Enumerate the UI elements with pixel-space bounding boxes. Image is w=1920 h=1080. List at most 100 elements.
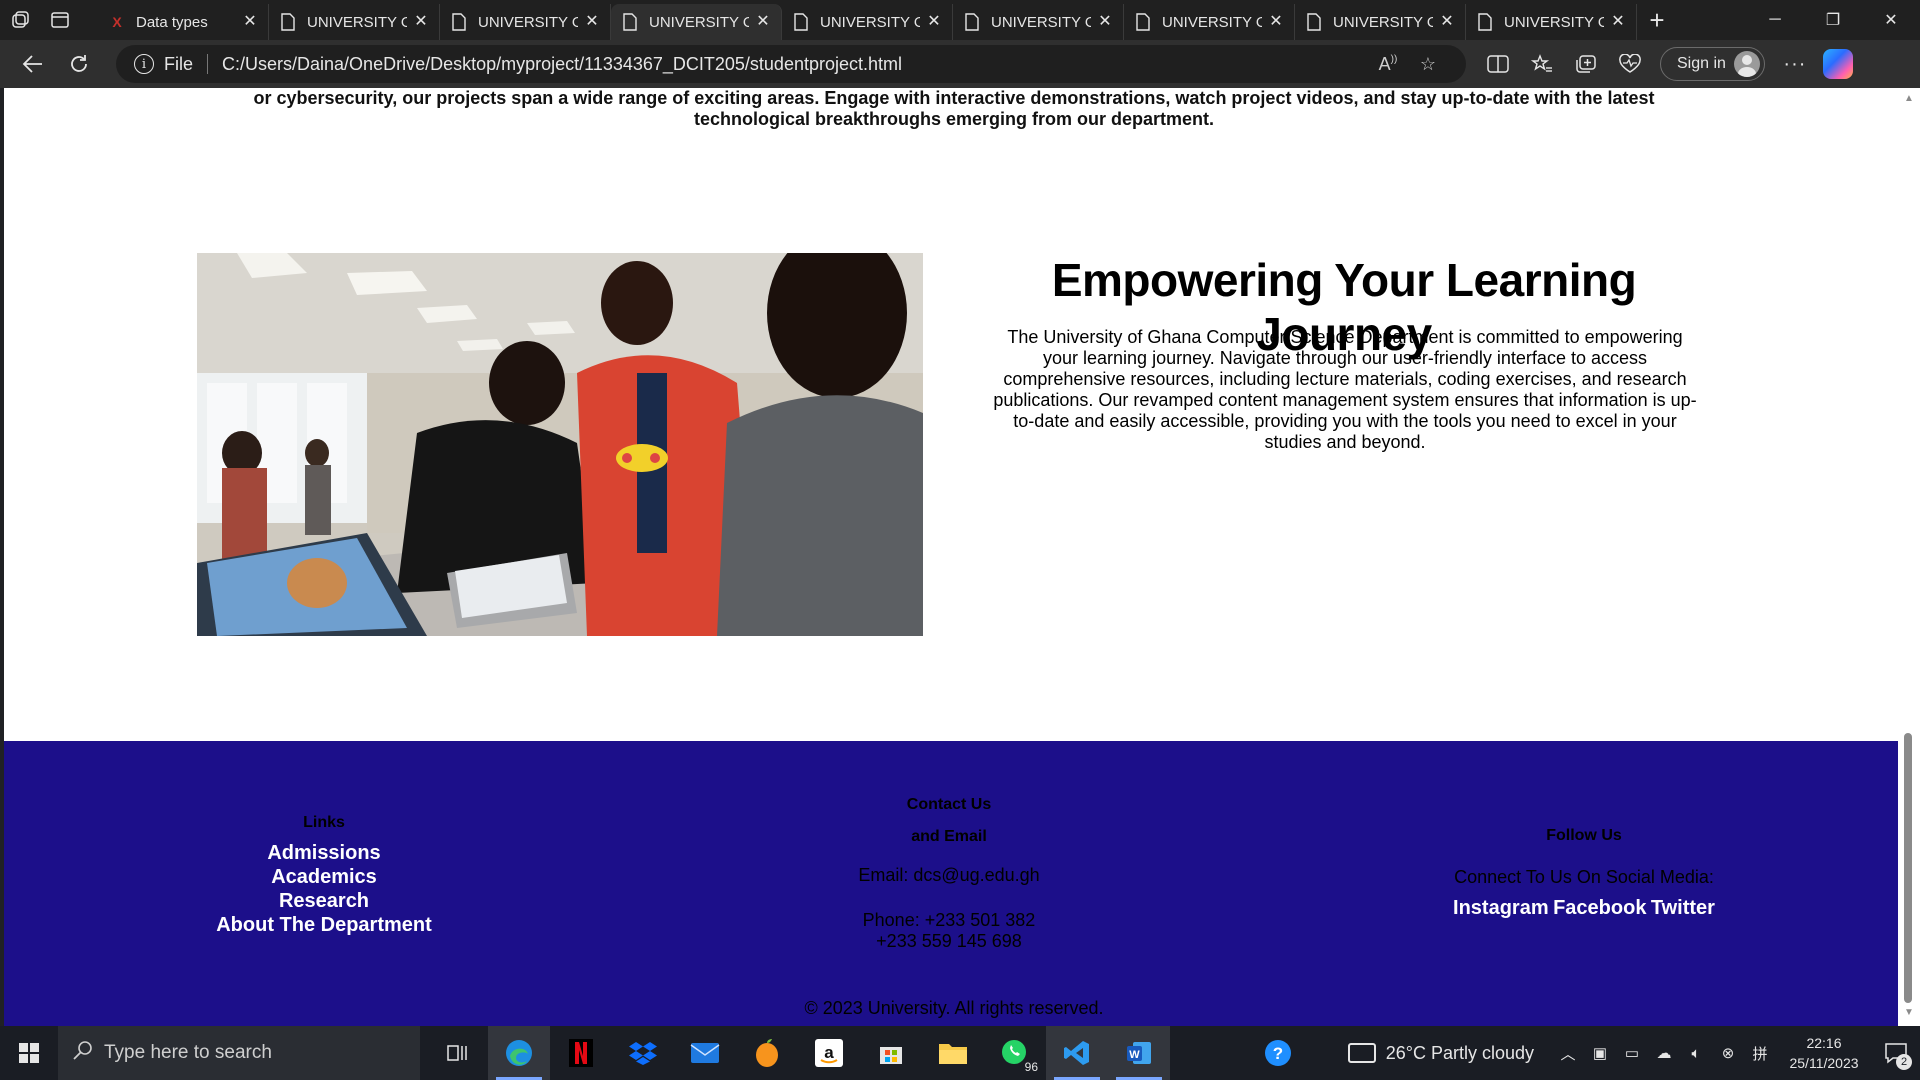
tab-title: UNIVERSITY OF GHANA <box>649 13 749 31</box>
edge-icon[interactable] <box>488 1026 550 1080</box>
tab-strip: X Data types ✕ UNIVERSITY OF GHANA ✕ UNI… <box>0 0 1920 40</box>
word-icon[interactable]: W <box>1108 1026 1170 1080</box>
scroll-down-icon[interactable]: ▼ <box>1904 1008 1914 1018</box>
windows-taskbar: Type here to search a 96 W ? 26°C Partly… <box>0 1026 1920 1080</box>
search-icon <box>72 1039 94 1067</box>
copyright-text: © 2023 University. All rights reserved. <box>804 998 1104 1018</box>
browser-essentials-icon[interactable] <box>1608 44 1652 84</box>
site-footer: Links Admissions Academics Research Abou… <box>4 741 1898 1026</box>
fl-studio-icon[interactable] <box>736 1026 798 1080</box>
input-method-icon[interactable]: 拼 <box>1744 1026 1776 1080</box>
read-aloud-icon[interactable]: A)) <box>1368 54 1408 75</box>
close-icon[interactable]: ✕ <box>1097 14 1113 30</box>
restore-button[interactable]: ❐ <box>1804 0 1862 40</box>
weather-text: 26°C Partly cloudy <box>1385 1042 1534 1063</box>
tab-university-8[interactable]: UNIVERSITY OF GHANA ✕ <box>1466 4 1637 40</box>
dropbox-icon[interactable] <box>612 1026 674 1080</box>
info-icon[interactable]: i <box>134 54 154 74</box>
volume-icon[interactable]: 🔈︎ <box>1680 1026 1712 1080</box>
tab-university-active[interactable]: UNIVERSITY OF GHANA ✕ <box>611 4 782 40</box>
social-prompt: Connect To Us On Social Media: <box>1454 867 1714 887</box>
favorite-star-icon[interactable]: ☆ <box>1408 54 1448 75</box>
svg-text:?: ? <box>1273 1044 1283 1063</box>
link-facebook[interactable]: Facebook <box>1553 897 1646 919</box>
chevron-up-icon[interactable]: ︿ <box>1552 1026 1584 1080</box>
link-research[interactable]: Research <box>154 889 494 913</box>
sign-in-label: Sign in <box>1677 55 1726 72</box>
svg-text:W: W <box>1129 1049 1140 1061</box>
link-admissions[interactable]: Admissions <box>154 841 494 865</box>
battery-icon[interactable]: ▭ <box>1616 1026 1648 1080</box>
split-screen-icon[interactable] <box>1476 44 1520 84</box>
link-twitter[interactable]: Twitter <box>1651 897 1715 919</box>
minimize-button[interactable]: ─ <box>1746 0 1804 40</box>
tab-title: UNIVERSITY OF GHANA <box>991 13 1091 31</box>
address-bar[interactable]: i File C:/Users/Daina/OneDrive/Desktop/m… <box>116 45 1466 83</box>
network-off-icon[interactable]: ⊗ <box>1712 1026 1744 1080</box>
whatsapp-icon[interactable]: 96 <box>984 1026 1046 1080</box>
meet-now-icon[interactable]: ▣ <box>1584 1026 1616 1080</box>
tab-title: UNIVERSITY OF GHANA <box>820 13 920 31</box>
tab-title: UNIVERSITY OF GHANA <box>1162 13 1262 31</box>
taskbar-search-input[interactable]: Type here to search <box>58 1026 420 1080</box>
favorites-icon[interactable] <box>1520 44 1564 84</box>
projects-intro-text: or cybersecurity, our projects span a wi… <box>253 88 1655 129</box>
x-brand-icon: X <box>112 14 122 30</box>
microsoft-store-icon[interactable] <box>860 1026 922 1080</box>
page-icon <box>621 13 639 31</box>
links-heading: Links <box>303 814 345 831</box>
mail-icon[interactable] <box>674 1026 736 1080</box>
close-icon[interactable]: ✕ <box>242 14 258 30</box>
new-tab-button[interactable]: + <box>1637 0 1677 40</box>
refresh-button[interactable] <box>56 44 102 84</box>
tab-title: UNIVERSITY OF GHANA <box>307 13 407 31</box>
copilot-icon[interactable] <box>1822 49 1853 79</box>
clock[interactable]: 22:16 25/11/2023 <box>1780 1033 1868 1073</box>
cloud-icon[interactable]: ☁ <box>1648 1026 1680 1080</box>
link-academics[interactable]: Academics <box>154 865 494 889</box>
link-about-department[interactable]: About The Department <box>154 913 494 937</box>
tab-data-types[interactable]: X Data types ✕ <box>98 4 269 40</box>
tab-title: UNIVERSITY OF GHANA <box>478 13 578 31</box>
close-window-button[interactable]: ✕ <box>1862 0 1920 40</box>
scrollbar-thumb[interactable] <box>1904 733 1912 1003</box>
page-icon <box>450 13 468 31</box>
tab-university-4[interactable]: UNIVERSITY OF GHANA ✕ <box>782 4 953 40</box>
close-icon[interactable]: ✕ <box>584 14 600 30</box>
file-explorer-icon[interactable] <box>922 1026 984 1080</box>
amazon-icon[interactable]: a <box>798 1026 860 1080</box>
netflix-icon[interactable] <box>550 1026 612 1080</box>
more-options-icon[interactable]: ··· <box>1773 44 1817 84</box>
tab-actions-icon[interactable] <box>40 0 80 40</box>
close-icon[interactable]: ✕ <box>926 14 942 30</box>
link-instagram[interactable]: Instagram <box>1453 897 1549 919</box>
windows-start-icon[interactable] <box>0 1026 58 1080</box>
tab-university-6[interactable]: UNIVERSITY OF GHANA ✕ <box>1124 4 1295 40</box>
help-icon[interactable]: ? <box>1248 1026 1308 1080</box>
url-text[interactable]: C:/Users/Daina/OneDrive/Desktop/myprojec… <box>222 54 1368 75</box>
scroll-up-icon[interactable]: ▲ <box>1904 94 1914 104</box>
task-view-icon[interactable] <box>426 1026 488 1080</box>
vscode-icon[interactable] <box>1046 1026 1108 1080</box>
close-icon[interactable]: ✕ <box>755 14 771 30</box>
close-icon[interactable]: ✕ <box>1439 14 1455 30</box>
close-icon[interactable]: ✕ <box>413 14 429 30</box>
workspaces-icon[interactable] <box>0 0 40 40</box>
collections-icon[interactable] <box>1564 44 1608 84</box>
email-heading: and Email <box>911 828 987 845</box>
weather-widget[interactable]: 26°C Partly cloudy <box>1347 1042 1534 1064</box>
page-scrollbar[interactable]: ▲ ▼ <box>1898 88 1920 1026</box>
tab-university-1[interactable]: UNIVERSITY OF GHANA ✕ <box>269 4 440 40</box>
close-icon[interactable]: ✕ <box>1268 14 1284 30</box>
sign-in-button[interactable]: Sign in <box>1660 47 1765 81</box>
close-icon[interactable]: ✕ <box>1610 14 1626 30</box>
page-icon <box>279 13 297 31</box>
notification-center-icon[interactable]: 2 <box>1872 1026 1920 1080</box>
tab-university-7[interactable]: UNIVERSITY OF GHANA ✕ <box>1295 4 1466 40</box>
back-button[interactable] <box>10 44 56 84</box>
footer-links-column: Links Admissions Academics Research Abou… <box>154 814 494 937</box>
system-tray: ? 26°C Partly cloudy ︿ ▣ ▭ ☁ 🔈︎ ⊗ 拼 22:1… <box>1248 1026 1920 1080</box>
tab-university-2[interactable]: UNIVERSITY OF GHANA ✕ <box>440 4 611 40</box>
follow-heading: Follow Us <box>1546 827 1622 844</box>
tab-university-5[interactable]: UNIVERSITY OF GHANA ✕ <box>953 4 1124 40</box>
